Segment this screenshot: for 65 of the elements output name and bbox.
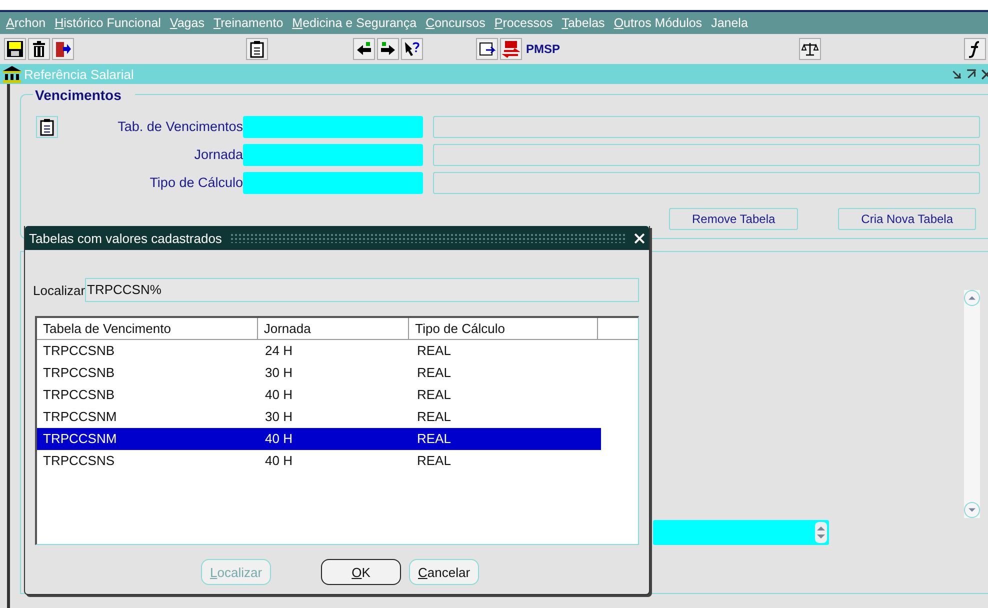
table-cell-text: REAL	[416, 364, 452, 382]
description-field[interactable]	[433, 144, 980, 166]
table-cell-text: REAL	[416, 386, 452, 404]
minimize-icon[interactable]	[951, 68, 962, 80]
swap-arrows-icon[interactable]	[500, 38, 522, 60]
table-cell-text: TRPCCSNS	[42, 452, 116, 470]
scales-icon[interactable]	[799, 38, 822, 60]
spinner-field[interactable]	[653, 520, 829, 545]
table-cell-text: REAL	[416, 342, 452, 360]
table-row[interactable]: TRPCCSNB 24 H REAL	[37, 340, 601, 362]
action-button[interactable]: Remove Tabela	[669, 208, 798, 230]
table-cell-text: REAL	[416, 408, 452, 426]
report-icon[interactable]	[476, 38, 498, 60]
clipboard-icon[interactable]	[246, 38, 268, 60]
frame-title: Vencimentos	[33, 87, 136, 103]
description-field[interactable]	[433, 116, 980, 138]
field-label: Jornada	[193, 147, 243, 162]
dialog-button[interactable]: OK	[321, 559, 402, 585]
field-label: Tipo de Cálculo	[148, 175, 243, 190]
table-cell-text: 30 H	[264, 364, 294, 382]
table-cell-text: 40 H	[264, 430, 294, 448]
table-cell-text: TRPCCSNM	[42, 430, 118, 448]
table-cell-text: 40 H	[264, 386, 294, 404]
scroll-down-icon[interactable]	[964, 502, 980, 518]
table-row[interactable]: TRPCCSNS 40 H REAL	[37, 450, 601, 472]
column-header[interactable]: Tabela de Vencimento	[37, 318, 258, 340]
table-cell-text: 30 H	[264, 408, 294, 426]
table-cell-text: 24 H	[264, 342, 294, 360]
table-cell-text: TRPCCSNM	[42, 408, 118, 426]
exit-door-icon[interactable]	[52, 38, 74, 60]
help-pointer-icon[interactable]	[401, 38, 423, 60]
save-icon[interactable]	[4, 38, 26, 60]
table-cell-text: TRPCCSNB	[42, 364, 116, 382]
window-title: Referência Salarial	[24, 66, 134, 82]
arrow-right-icon[interactable]	[377, 38, 399, 60]
maximize-icon[interactable]	[966, 68, 977, 80]
brand-label: PMSP	[526, 42, 560, 56]
function-icon[interactable]	[964, 38, 986, 60]
trash-icon[interactable]	[28, 38, 50, 60]
dialog-button[interactable]: Cancelar	[409, 559, 480, 585]
scroll-up-icon[interactable]	[964, 290, 980, 306]
dialog-title: Tabelas com valores cadastrados	[29, 230, 222, 246]
search-label: Localizar	[33, 282, 86, 298]
action-button[interactable]: Cria Nova Tabela	[838, 208, 976, 230]
table-row[interactable]: TRPCCSNM 30 H REAL	[37, 406, 601, 428]
clipboard-icon[interactable]	[36, 116, 58, 138]
column-header[interactable]: Jornada	[258, 318, 410, 340]
table-cell-text: TRPCCSNB	[42, 342, 116, 360]
table-row[interactable]: TRPCCSNM 40 H REAL	[37, 428, 601, 450]
search-field[interactable]: TRPCCSN%	[85, 278, 639, 302]
table-cell-text: TRPCCSNB	[42, 386, 116, 404]
description-field[interactable]	[433, 172, 980, 194]
table-cell-text: REAL	[416, 430, 452, 448]
column-header[interactable]: Tipo de Cálculo	[409, 318, 598, 340]
table-row[interactable]: TRPCCSNB 30 H REAL	[37, 362, 601, 384]
table-cell-text: REAL	[416, 452, 452, 470]
table-cell-text: 40 H	[264, 452, 294, 470]
input-field[interactable]	[243, 144, 423, 166]
table-row[interactable]: TRPCCSNB 40 H REAL	[37, 384, 601, 406]
input-field[interactable]	[243, 116, 423, 138]
field-label: Tab. de Vencimentos	[116, 119, 243, 134]
scrollbar[interactable]	[964, 290, 980, 518]
input-field[interactable]	[243, 172, 423, 194]
bank-building-icon	[2, 65, 22, 83]
arrow-left-icon[interactable]	[353, 38, 375, 60]
